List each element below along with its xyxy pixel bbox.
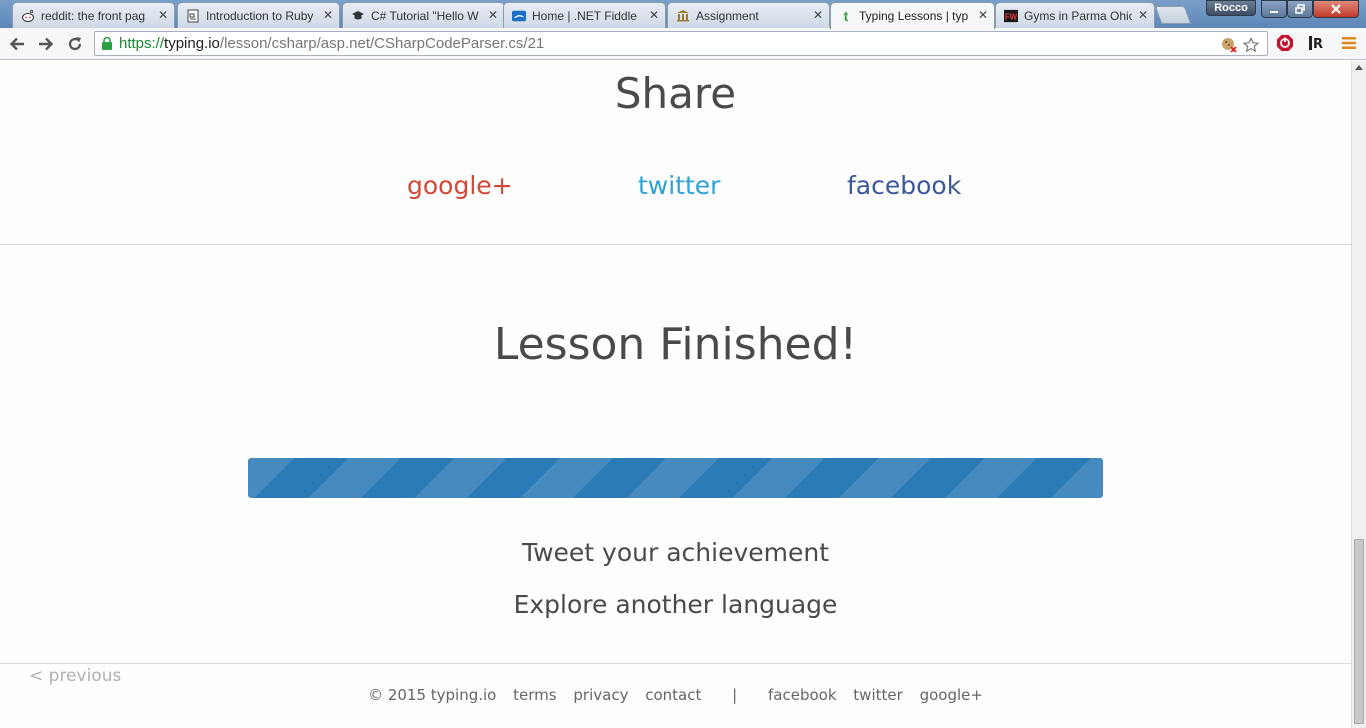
progress-fill [248, 458, 1103, 498]
reload-icon [68, 37, 82, 51]
back-arrow-icon [9, 37, 24, 51]
new-tab-button[interactable] [1154, 6, 1192, 24]
minimize-icon [1270, 11, 1278, 13]
readability-icon[interactable]: R [1308, 34, 1326, 52]
svg-text:R: R [1313, 37, 1323, 51]
close-icon[interactable]: ✕ [323, 8, 333, 22]
footer-separator: | [732, 686, 738, 704]
building-icon [676, 9, 690, 23]
tab-title: Typing Lessons | typ [859, 9, 969, 23]
tab-typing-lessons[interactable]: t Typing Lessons | typ ✕ [830, 2, 995, 29]
tab-reddit[interactable]: reddit: the front pag ✕ [12, 2, 175, 28]
footer-twitter-link[interactable]: twitter [853, 686, 902, 704]
close-icon[interactable]: ✕ [649, 8, 659, 22]
previous-link[interactable]: < previous [29, 666, 121, 686]
lock-icon [102, 37, 112, 50]
profile-button[interactable]: Rocco [1206, 0, 1256, 16]
graduation-cap-icon [351, 9, 365, 23]
footer-privacy-link[interactable]: privacy [573, 686, 628, 704]
tab-dotnet-fiddle[interactable]: Home | .NET Fiddle ✕ [503, 2, 666, 28]
tab-title: reddit: the front pag [41, 8, 146, 23]
typing-io-icon: t [843, 8, 849, 24]
window-close-button[interactable] [1313, 0, 1359, 18]
forward-arrow-icon [39, 37, 54, 51]
footer-terms-link[interactable]: terms [513, 686, 556, 704]
share-twitter-link[interactable]: twitter [638, 171, 720, 200]
close-icon[interactable]: ✕ [813, 8, 823, 22]
back-button[interactable] [5, 32, 29, 56]
url-path: /lesson/csharp/asp.net/CSharpCodeParser.… [219, 35, 545, 52]
reload-button[interactable] [63, 32, 87, 56]
reddit-icon [21, 9, 35, 23]
close-icon[interactable]: ✕ [978, 8, 988, 22]
vertical-scrollbar[interactable] [1351, 61, 1366, 728]
tab-strip: reddit: the front pag ✕ Introduction to … [0, 0, 1366, 29]
url-scheme: https:// [119, 35, 165, 52]
scroll-up-arrow-icon[interactable] [1355, 65, 1363, 70]
cookie-blocked-icon[interactable] [1221, 37, 1237, 53]
address-bar[interactable]: https://typing.io/lesson/csharp/asp.net/… [94, 31, 1268, 56]
tab-title: Introduction to Ruby [206, 8, 314, 23]
dotnetfiddle-icon [512, 9, 526, 23]
forward-button[interactable] [34, 32, 58, 56]
tab-gyms[interactable]: FW Gyms in Parma Ohio ✕ [995, 2, 1155, 28]
share-heading: Share [614, 69, 737, 118]
divider [0, 663, 1351, 664]
page-viewport: Share google+ twitter facebook Lesson Fi… [0, 61, 1351, 728]
tab-title: Gyms in Parma Ohio [1024, 8, 1132, 23]
divider [0, 244, 1351, 245]
footer-google-link[interactable]: google+ [920, 686, 983, 704]
svg-text:FW: FW [1005, 12, 1018, 21]
close-icon[interactable]: ✕ [1138, 8, 1148, 22]
maximize-button[interactable] [1287, 0, 1313, 18]
tab-title: C# Tutorial "Hello W [371, 8, 479, 23]
menu-icon[interactable] [1340, 34, 1358, 52]
scrollbar-thumb[interactable] [1354, 539, 1364, 724]
close-icon [1331, 4, 1341, 14]
browser-toolbar: https://typing.io/lesson/csharp/asp.net/… [0, 28, 1366, 60]
copyright: © 2015 typing.io [368, 686, 497, 704]
bookmark-star-icon[interactable] [1243, 36, 1259, 53]
close-icon[interactable]: ✕ [158, 8, 168, 22]
explore-language-link[interactable]: Explore another language [0, 590, 1351, 619]
share-facebook-link[interactable]: facebook [847, 171, 961, 200]
tab-assignment[interactable]: Assignment ✕ [667, 2, 830, 28]
url-host: typing.io [164, 35, 220, 52]
minimize-button[interactable] [1261, 0, 1287, 18]
footer: © 2015 typing.io terms privacy contact |… [0, 686, 1351, 704]
tab-ruby[interactable]: Introduction to Ruby ✕ [177, 2, 340, 28]
lesson-finished-heading: Lesson Finished! [493, 319, 858, 370]
adblock-icon[interactable] [1276, 34, 1294, 52]
document-icon [186, 9, 200, 23]
share-google-link[interactable]: google+ [407, 171, 513, 200]
footer-contact-link[interactable]: contact [645, 686, 701, 704]
restore-icon [1295, 4, 1305, 14]
progress-bar [248, 458, 1103, 498]
tab-title: Home | .NET Fiddle [532, 8, 637, 23]
tweet-achievement-link[interactable]: Tweet your achievement [0, 538, 1351, 567]
close-icon[interactable]: ✕ [488, 8, 498, 22]
footer-facebook-link[interactable]: facebook [768, 686, 837, 704]
fw-icon: FW [1004, 9, 1018, 23]
tab-csharp-tutorial[interactable]: C# Tutorial "Hello W ✕ [342, 2, 505, 28]
tab-title: Assignment [696, 8, 759, 23]
